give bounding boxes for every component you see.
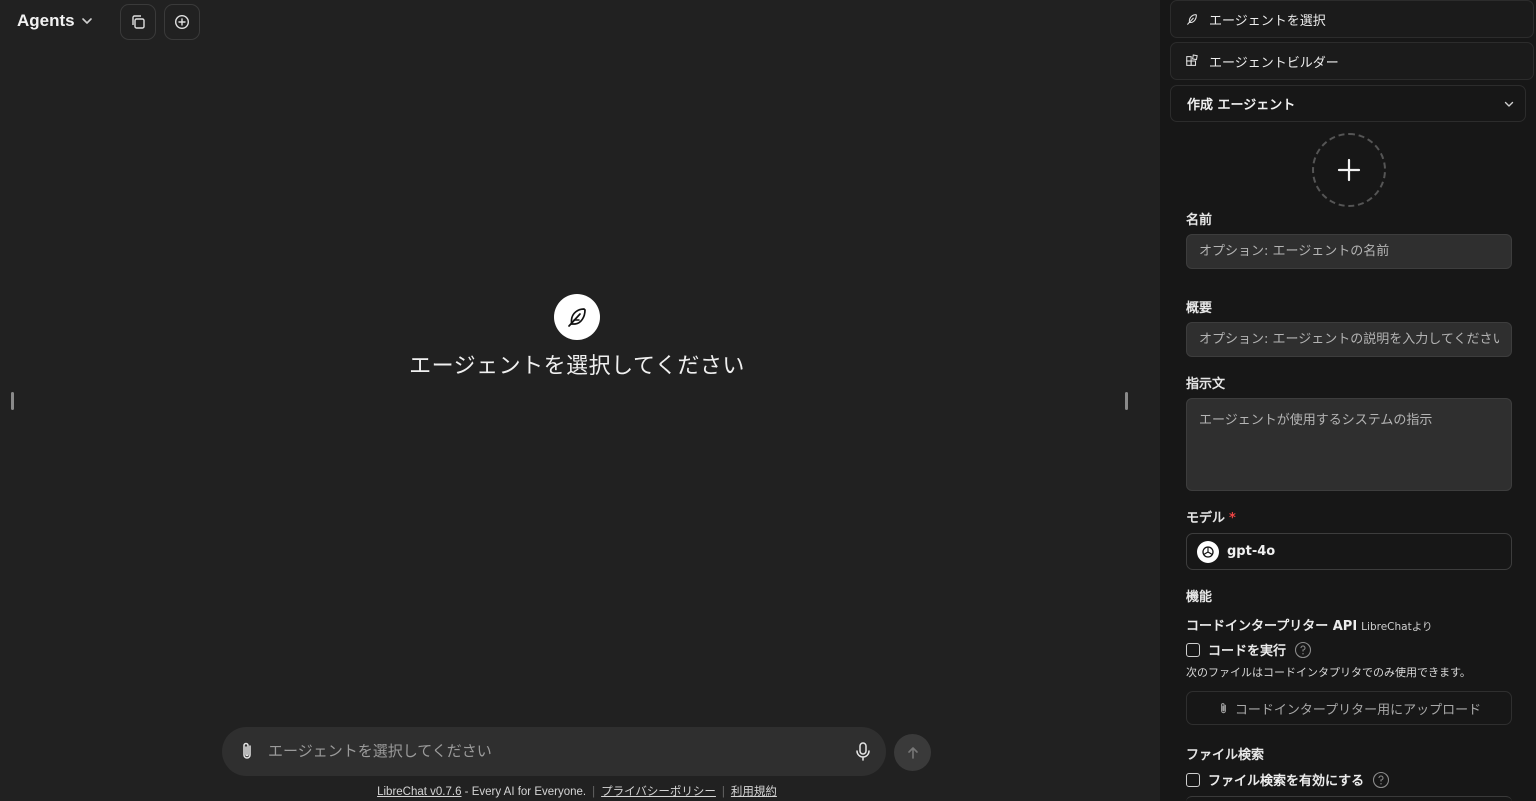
avatar-upload[interactable] <box>1312 133 1386 207</box>
arrow-up-icon <box>907 746 918 759</box>
code-files-note: 次のファイルはコードインタプリタでのみ使用できます。 <box>1186 666 1471 679</box>
endpoint-menu-button[interactable]: Agents <box>10 6 100 36</box>
app-root: Agents エージェントを選択してください エージェントを選択してください L… <box>0 0 1536 801</box>
instructions-field[interactable] <box>1186 398 1512 491</box>
agent-logo <box>554 294 600 340</box>
code-interpreter-sub: LibreChatより <box>1361 621 1433 633</box>
agent-side-panel: エージェントを選択 エージェントビルダー 作成 エージェント 名前 概要 指示文… <box>1160 0 1536 801</box>
help-circle-icon[interactable] <box>1294 641 1312 659</box>
openai-icon <box>1197 540 1219 563</box>
description-field[interactable] <box>1186 322 1512 357</box>
plus-circle-icon <box>174 14 190 30</box>
agent-builder-button[interactable]: エージェントビルダー <box>1170 42 1534 80</box>
code-interpreter-title-text: コードインタープリター API <box>1186 619 1358 634</box>
instructions-label: 指示文 <box>1186 377 1226 392</box>
model-label: モデル * <box>1186 507 1236 526</box>
run-code-row: コードを実行 <box>1186 640 1312 659</box>
footer-separator: | <box>592 786 596 798</box>
chat-input[interactable] <box>268 739 828 763</box>
footer-tagline: - Every AI for Everyone. <box>461 786 587 798</box>
top-bar: Agents <box>0 0 1160 42</box>
bookmark-menu-button[interactable] <box>120 4 156 40</box>
file-search-enable-label: ファイル検索を有効にする <box>1208 774 1365 789</box>
copy-icon <box>132 15 145 29</box>
run-code-label: コードを実行 <box>1208 644 1287 659</box>
name-field[interactable] <box>1186 234 1512 269</box>
description-label: 概要 <box>1186 301 1213 316</box>
help-circle-icon[interactable] <box>1372 771 1390 789</box>
name-label: 名前 <box>1186 213 1213 228</box>
model-label-text: モデル <box>1186 511 1226 526</box>
capabilities-label: 機能 <box>1186 590 1213 605</box>
plus-icon <box>1337 158 1361 182</box>
agent-builder-label: エージェントビルダー <box>1209 55 1339 71</box>
left-resize-handle[interactable] <box>11 392 14 410</box>
next-section-edge <box>1186 796 1512 801</box>
upload-label: コードインタープリター用にアップロード <box>1234 702 1482 718</box>
feather-icon <box>568 308 586 327</box>
chevron-down-icon <box>1504 101 1514 107</box>
select-agent-label: エージェントを選択 <box>1209 13 1326 29</box>
feather-icon <box>1187 14 1197 25</box>
model-select[interactable]: gpt-4o <box>1186 533 1512 570</box>
file-search-title: ファイル検索 <box>1186 748 1265 763</box>
agent-mode-value: 作成 エージェント <box>1187 98 1296 113</box>
landing-title: エージェントを選択してください <box>409 354 745 379</box>
endpoint-label: Agents <box>17 11 75 30</box>
run-code-checkbox[interactable] <box>1186 642 1200 657</box>
file-search-checkbox[interactable] <box>1186 772 1200 787</box>
paperclip-icon <box>1221 702 1226 713</box>
model-value: gpt-4o <box>1227 544 1276 559</box>
chevron-down-icon <box>81 18 92 24</box>
required-mark: * <box>1229 511 1236 526</box>
chat-main: Agents エージェントを選択してください エージェントを選択してください L… <box>0 0 1160 801</box>
blocks-icon <box>1186 54 1198 66</box>
file-search-row: ファイル検索を有効にする <box>1186 770 1390 789</box>
microphone-icon[interactable] <box>852 740 874 762</box>
new-chat-button[interactable] <box>164 4 200 40</box>
send-button[interactable] <box>894 734 931 771</box>
librechat-link[interactable]: LibreChat v0.7.6 <box>377 786 461 798</box>
privacy-policy-link[interactable]: プライバシーポリシー <box>601 786 716 798</box>
chat-composer <box>222 727 886 776</box>
agent-mode-dropdown[interactable]: 作成 エージェント <box>1170 85 1526 122</box>
select-agent-button[interactable]: エージェントを選択 <box>1170 0 1534 38</box>
code-interpreter-title: コードインタープリター API LibreChatより <box>1186 615 1432 634</box>
terms-link[interactable]: 利用規約 <box>731 786 777 798</box>
landing: エージェントを選択してください <box>0 294 1154 380</box>
footer: LibreChat v0.7.6 - Every AI for Everyone… <box>0 783 1154 799</box>
paperclip-icon[interactable] <box>236 740 258 762</box>
right-resize-handle[interactable] <box>1125 392 1128 410</box>
upload-for-code-interpreter-button[interactable]: コードインタープリター用にアップロード <box>1186 691 1512 725</box>
footer-separator: | <box>721 786 725 798</box>
